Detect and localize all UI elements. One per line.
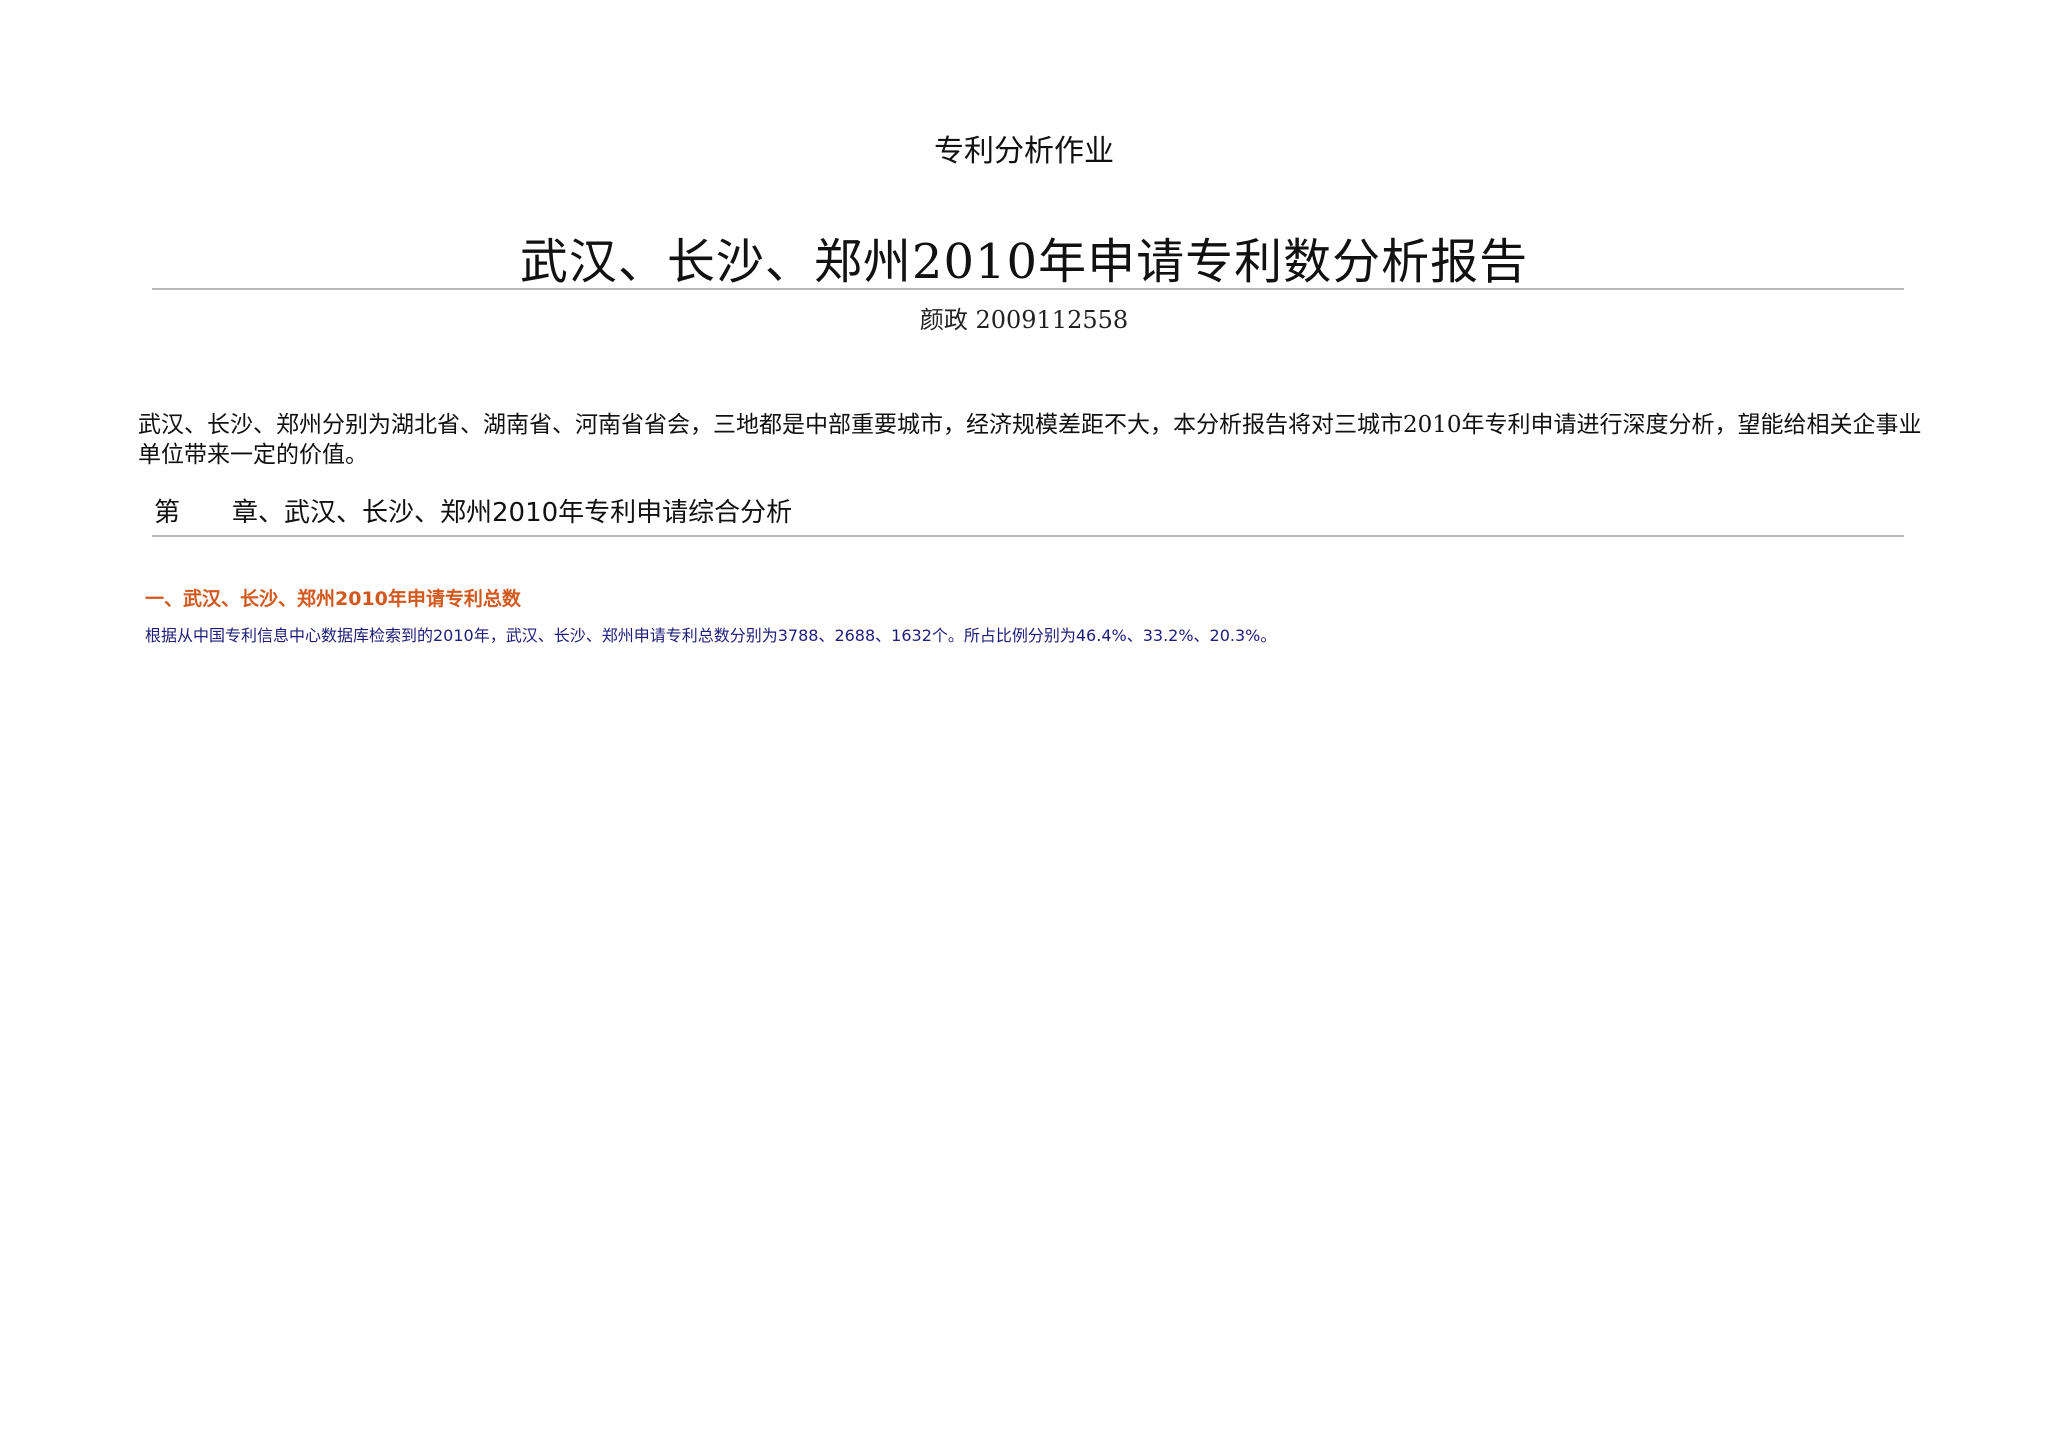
author-line: 颜政 2009112558: [919, 306, 1129, 334]
course-title: 专利分析作业: [934, 134, 1114, 169]
intro-paragraph: 武汉、长沙、郑州分别为湖北省、湖南省、河南省省会，三地都是中部重要城市，经济规模…: [138, 412, 1922, 468]
document-page: 专利分析作业 武汉、长沙、郑州2010年申请专利数分析报告 颜政 2009112…: [0, 0, 2048, 1447]
section-heading: 一、武汉、长沙、郑州2010年申请专利总数: [145, 588, 521, 610]
title-divider: [152, 288, 1904, 290]
chapter-heading: 第 章、武汉、长沙、郑州2010年专利申请综合分析: [154, 498, 793, 528]
section-paragraph: 根据从中国专利信息中心数据库检索到的2010年，武汉、长沙、郑州申请专利总数分别…: [145, 626, 1277, 645]
chapter-divider: [152, 535, 1904, 537]
report-title: 武汉、长沙、郑州2010年申请专利数分析报告: [519, 234, 1529, 290]
